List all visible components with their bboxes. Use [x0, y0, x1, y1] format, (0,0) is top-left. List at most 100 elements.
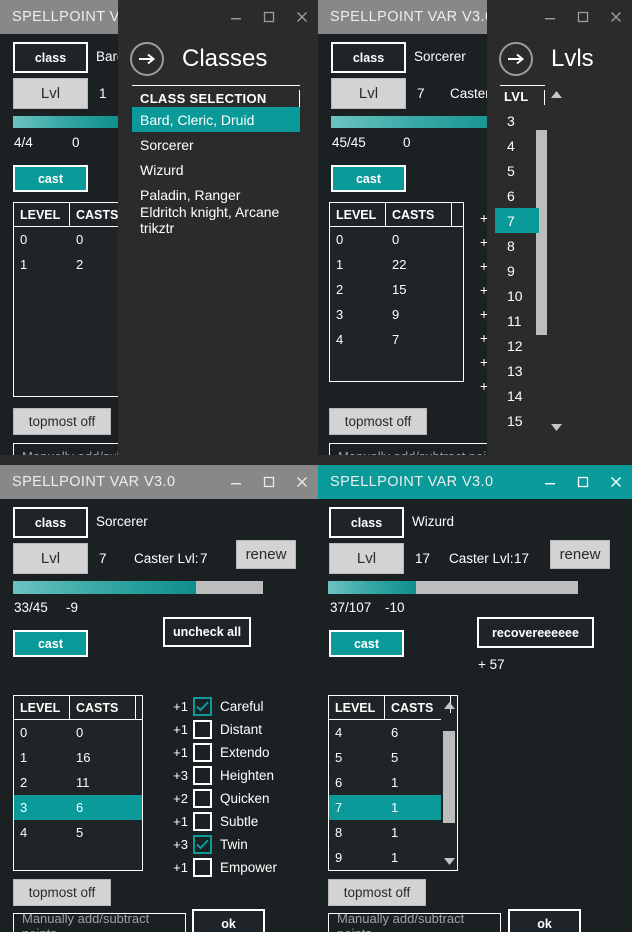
close-icon[interactable]: [599, 465, 632, 499]
topmost-button[interactable]: topmost off: [13, 879, 111, 906]
maximize-icon[interactable]: [252, 465, 285, 499]
lvl-list-item[interactable]: 15: [495, 408, 539, 433]
table-row[interactable]: 45: [14, 820, 142, 845]
lvl-list-item[interactable]: 13: [495, 358, 539, 383]
table-row[interactable]: 00: [14, 720, 142, 745]
spell-levels-table[interactable]: LEVEL CASTS 0 0 1 16 2 11 3 6 4 5: [13, 695, 143, 871]
scrollbar-thumb[interactable]: [443, 731, 455, 823]
metamagic-checkbox[interactable]: [193, 835, 212, 854]
titlebar-bottom-right[interactable]: SPELLPOINT VAR V3.0: [318, 465, 632, 499]
topmost-button[interactable]: topmost off: [328, 879, 426, 906]
lvl-button[interactable]: Lvl: [13, 78, 88, 109]
topmost-button[interactable]: topmost off: [13, 408, 111, 435]
metamagic-row[interactable]: +1 Careful: [164, 695, 277, 718]
metamagic-checkbox[interactable]: [193, 766, 212, 785]
spell-levels-table[interactable]: LEVEL CASTS 0 0 1 22 2 15 3 9 4 7: [329, 202, 464, 382]
class-list-item[interactable]: Eldritch knight, Arcane trikztr: [132, 204, 300, 236]
cast-button[interactable]: cast: [13, 165, 88, 192]
class-list-item[interactable]: Sorcerer: [132, 132, 300, 157]
minimize-icon[interactable]: [219, 0, 252, 34]
metamagic-checkbox[interactable]: [193, 697, 212, 716]
metamagic-checkbox[interactable]: [193, 812, 212, 831]
manual-points-input[interactable]: Manually add/subtract points: [13, 911, 186, 932]
back-arrow-icon[interactable]: [130, 42, 164, 76]
metamagic-row[interactable]: +1 Distant: [164, 718, 277, 741]
metamagic-row[interactable]: +1 Subtle: [164, 810, 277, 833]
metamagic-checkbox[interactable]: [193, 858, 212, 877]
lvl-list-item[interactable]: 7: [495, 208, 539, 233]
back-arrow-icon[interactable]: [499, 42, 533, 76]
lvl-list-item[interactable]: 6: [495, 183, 539, 208]
minimize-icon[interactable]: [219, 465, 252, 499]
window-bottom-left[interactable]: SPELLPOINT VAR V3.0 class Sorcerer Lvl 7…: [0, 465, 318, 932]
classes-flyout[interactable]: Classes CLASS SELECTION Bard, Cleric, Dr…: [118, 0, 318, 455]
table-row[interactable]: 61: [329, 770, 457, 795]
topmost-button[interactable]: topmost off: [329, 408, 427, 435]
metamagic-row[interactable]: +3 Heighten: [164, 764, 277, 787]
table-row[interactable]: 1 16: [14, 745, 142, 770]
metamagic-row[interactable]: +2 Quicken: [164, 787, 277, 810]
maximize-icon[interactable]: [252, 0, 285, 34]
metamagic-checkbox[interactable]: [193, 743, 212, 762]
lvl-list-item[interactable]: 10: [495, 283, 539, 308]
class-button[interactable]: class: [329, 507, 404, 538]
lvl-list-item[interactable]: 12: [495, 333, 539, 358]
table-row[interactable]: 91: [329, 845, 457, 870]
cast-button[interactable]: cast: [329, 630, 404, 657]
class-button[interactable]: class: [331, 42, 406, 73]
lvl-button[interactable]: Lvl: [331, 78, 406, 109]
class-list[interactable]: Bard, Cleric, Druid Sorcerer Wizurd Paladin…: [132, 107, 300, 236]
table-scrollbar[interactable]: [441, 713, 457, 853]
lvl-list-item[interactable]: 3: [495, 108, 539, 133]
close-icon[interactable]: [599, 0, 632, 34]
table-row[interactable]: 2 15: [330, 277, 463, 302]
table-row[interactable]: 47: [330, 327, 463, 352]
window-bottom-right[interactable]: SPELLPOINT VAR V3.0 class Wizurd Lvl 17 …: [318, 465, 632, 932]
recover-button[interactable]: recovereeeeee: [477, 617, 594, 648]
metamagic-row[interactable]: +1 Extendo: [164, 741, 277, 764]
maximize-icon[interactable]: [566, 0, 599, 34]
minimize-icon[interactable]: [533, 0, 566, 34]
lvl-list-item[interactable]: 4: [495, 133, 539, 158]
close-icon[interactable]: [285, 0, 318, 34]
titlebar-bottom-left[interactable]: SPELLPOINT VAR V3.0: [0, 465, 318, 499]
class-list-item[interactable]: Wizurd: [132, 157, 300, 182]
table-row[interactable]: 36: [14, 795, 142, 820]
renew-button[interactable]: renew: [550, 540, 610, 569]
table-row[interactable]: 81: [329, 820, 457, 845]
maximize-icon[interactable]: [566, 465, 599, 499]
uncheck-all-button[interactable]: uncheck all: [163, 617, 251, 647]
lvl-list-item[interactable]: 5: [495, 158, 539, 183]
table-row[interactable]: 2 11: [14, 770, 142, 795]
table-row[interactable]: 46: [329, 720, 457, 745]
scroll-up-icon[interactable]: [548, 86, 564, 102]
table-row[interactable]: 55: [329, 745, 457, 770]
table-row[interactable]: 1 22: [330, 252, 463, 277]
cast-button[interactable]: cast: [13, 630, 88, 657]
lvl-button[interactable]: Lvl: [329, 543, 404, 574]
table-row[interactable]: 39: [330, 302, 463, 327]
scroll-down-icon[interactable]: [548, 419, 564, 435]
lvl-button[interactable]: Lvl: [13, 543, 88, 574]
renew-button[interactable]: renew: [236, 540, 296, 569]
lvl-list-item[interactable]: 11: [495, 308, 539, 333]
close-icon[interactable]: [285, 465, 318, 499]
lvl-list[interactable]: 3 4 5 6 7 8 9 10 11 12 13 14 15: [495, 108, 539, 433]
metamagic-checkbox[interactable]: [193, 789, 212, 808]
spell-levels-table[interactable]: LEVEL CASTS 4 6 5 5 6 1 7 1 8 1 9 1: [328, 695, 458, 871]
class-button[interactable]: class: [13, 42, 88, 73]
lvl-list-item[interactable]: 8: [495, 233, 539, 258]
class-button[interactable]: class: [13, 507, 88, 538]
table-row[interactable]: 71: [329, 795, 457, 820]
metamagic-checkbox[interactable]: [193, 720, 212, 739]
ok-button[interactable]: ok: [192, 909, 265, 932]
metamagic-row[interactable]: +3 Twin: [164, 833, 277, 856]
ok-button[interactable]: ok: [508, 909, 581, 932]
minimize-icon[interactable]: [533, 465, 566, 499]
lvl-list-item[interactable]: 14: [495, 383, 539, 408]
scroll-up-icon[interactable]: [441, 697, 457, 713]
lvl-list-item[interactable]: 9: [495, 258, 539, 283]
metamagic-row[interactable]: +1 Empower: [164, 856, 277, 879]
manual-points-input[interactable]: Manually add/subtract points: [328, 911, 501, 932]
table-row[interactable]: 00: [330, 227, 463, 252]
